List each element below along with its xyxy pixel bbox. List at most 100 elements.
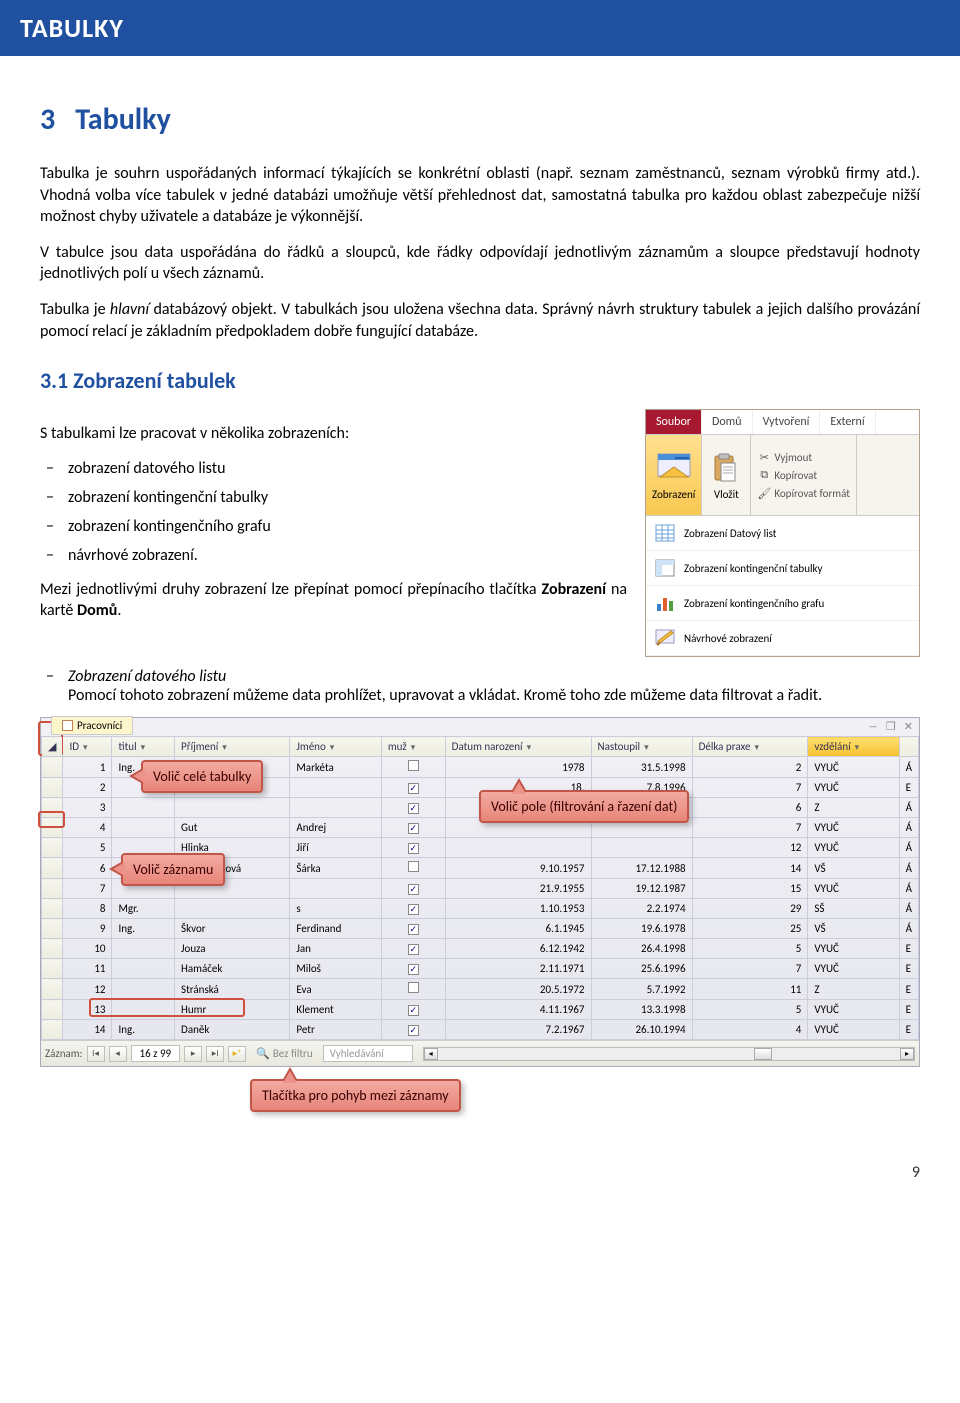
row-selector[interactable] [42,1020,63,1040]
checkbox[interactable] [408,760,419,771]
checkbox[interactable]: ✓ [408,1025,419,1036]
list-item: zobrazení kontingenčního grafu [68,517,271,536]
row-selector[interactable] [42,899,63,919]
design-icon [654,627,676,649]
checkbox[interactable] [408,861,419,872]
menu-pivot-table[interactable]: Zobrazení kontingenční tabulky [646,551,919,586]
table-row[interactable]: 14Ing.DaněkPetr✓7.2.196726.10.19944VYUČE [42,1020,919,1040]
row-selector[interactable] [42,979,63,1000]
paste-icon[interactable] [708,450,744,486]
nav-last-button[interactable]: ▸I [206,1046,224,1062]
table-row[interactable]: 10JouzaJan✓6.12.194226.4.19985VYUČE [42,939,919,959]
dropdown-icon[interactable]: ▾ [644,742,649,753]
checkbox[interactable] [408,982,419,993]
callout-record-selector: Volič záznamu [121,853,225,886]
column-header[interactable]: Příjmení▾ [175,737,290,757]
paragraph: V tabulce jsou data uspořádána do řádků … [40,242,920,285]
table-row[interactable]: 12StránskáEva20.5.19725.7.199211ZE [42,979,919,1000]
menu-datasheet-view[interactable]: Zobrazení Datový list [646,516,919,551]
section-number: 3 [40,101,55,138]
dropdown-icon[interactable]: ▾ [527,742,532,753]
format-painter-button[interactable]: 🖌Kopírovat formát [757,484,850,502]
dropdown-icon[interactable]: ▾ [855,742,860,753]
checkbox[interactable]: ✓ [408,1005,419,1016]
column-header[interactable]: ID▾ [63,737,112,757]
nav-position[interactable]: 16 z 99 [131,1045,181,1062]
nav-next-button[interactable]: ▸ [184,1046,202,1062]
brush-icon: 🖌 [757,486,771,500]
scroll-right-button[interactable]: ▸ [900,1048,914,1060]
paragraph: Tabulka je hlavní databázový objekt. V t… [40,299,920,342]
scissors-icon: ✂ [757,450,771,464]
dropdown-icon[interactable]: ▾ [411,742,416,753]
row-selector[interactable] [42,858,63,879]
minimize-icon[interactable]: ― [868,720,878,733]
column-header[interactable]: Nastoupil▾ [591,737,692,757]
checkbox[interactable]: ✓ [408,823,419,834]
dropdown-icon[interactable]: ▾ [83,742,88,753]
row-selector[interactable] [42,778,63,798]
table-row[interactable]: 11HamáčekMiloš✓2.11.197125.6.19967VYUČE [42,959,919,979]
column-header[interactable]: muž▾ [381,737,445,757]
column-header[interactable]: Datum narození▾ [445,737,591,757]
callout-field-selector: Volič pole (filtrování a řazení dat) [479,790,689,823]
column-header[interactable]: titul▾ [112,737,175,757]
checkbox[interactable]: ✓ [408,783,419,794]
sub-heading: Zobrazení datového listu [68,667,920,686]
object-tab[interactable]: Pracovníci [51,716,133,735]
column-header[interactable]: Jméno▾ [290,737,381,757]
tab-externi[interactable]: Externí [820,410,875,434]
column-header-selected[interactable]: vzdělání▾ [808,737,899,757]
select-all-cell[interactable]: ◢ [42,737,63,757]
view-icon[interactable] [656,450,692,486]
section-heading: 3 Tabulky [40,101,920,138]
horizontal-scrollbar[interactable]: ◂ ▸ [423,1047,915,1061]
datasheet-icon [654,522,676,544]
column-header[interactable] [899,737,918,757]
callout-table-selector: Volič celé tabulky [141,760,263,793]
row-selector[interactable] [42,879,63,899]
list-item: návrhové zobrazení. [68,546,198,565]
table-row[interactable]: 9Ing.ŠkvorFerdinand✓6.1.194519.6.197825V… [42,919,919,939]
menu-pivot-chart[interactable]: Zobrazení kontingenčního grafu [646,586,919,621]
copy-icon: ⧉ [757,468,771,482]
nav-new-button[interactable]: ▸* [228,1046,246,1062]
row-selector[interactable] [42,959,63,979]
close-icon[interactable]: ✕ [904,720,913,733]
copy-button[interactable]: ⧉Kopírovat [757,466,817,484]
tab-soubor[interactable]: Soubor [646,410,702,434]
row-selector[interactable] [42,757,63,778]
nav-prev-button[interactable]: ◂ [109,1046,127,1062]
checkbox[interactable]: ✓ [408,924,419,935]
cut-button[interactable]: ✂Vyjmout [757,448,812,466]
page-header: TABULKY [0,0,960,56]
row-selector[interactable] [42,939,63,959]
tab-vytvoreni[interactable]: Vytvoření [753,410,821,434]
scroll-thumb[interactable] [754,1048,772,1060]
dropdown-icon[interactable]: ▾ [754,742,759,753]
column-header[interactable]: Délka praxe▾ [692,737,808,757]
checkbox[interactable]: ✓ [408,884,419,895]
paragraph: Tabulka je souhrn uspořádaných informací… [40,163,920,228]
checkbox[interactable]: ✓ [408,904,419,915]
table-row[interactable]: 8Mgr.s✓1.10.19532.2.197429SŠÁ [42,899,919,919]
checkbox[interactable]: ✓ [408,944,419,955]
tab-domu[interactable]: Domů [702,410,753,434]
search-box[interactable]: Vyhledávání [323,1045,413,1062]
section-title: Tabulky [75,101,171,138]
filter-indicator[interactable]: 🔍Bez filtru [250,1046,319,1061]
scroll-left-button[interactable]: ◂ [424,1048,438,1060]
menu-design-view[interactable]: Návrhové zobrazení [646,621,919,656]
row-selector[interactable] [42,1000,63,1020]
row-selector[interactable] [42,919,63,939]
nav-first-button[interactable]: I◂ [87,1046,105,1062]
dropdown-icon[interactable]: ▾ [141,742,146,753]
callout-nav-buttons: Tlačítka pro pohyb mezi záznamy [250,1079,461,1112]
row-selector[interactable] [42,838,63,858]
dropdown-icon[interactable]: ▾ [330,742,335,753]
restore-icon[interactable]: ❐ [886,720,896,733]
checkbox[interactable]: ✓ [408,843,419,854]
dropdown-icon[interactable]: ▾ [222,742,227,753]
checkbox[interactable]: ✓ [408,964,419,975]
checkbox[interactable]: ✓ [408,803,419,814]
